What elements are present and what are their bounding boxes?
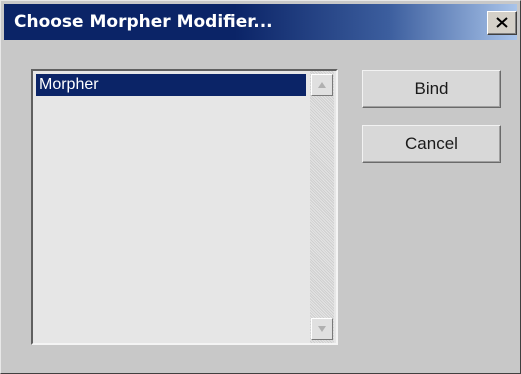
close-icon (496, 17, 508, 28)
vertical-scrollbar[interactable] (310, 71, 334, 343)
scroll-up-button[interactable] (311, 74, 333, 96)
choose-morpher-dialog: Choose Morpher Modifier... Morpher Bind (0, 0, 521, 374)
triangle-down-icon (318, 326, 326, 332)
dialog-title: Choose Morpher Modifier... (14, 12, 273, 32)
close-button[interactable] (487, 11, 517, 35)
cancel-button[interactable]: Cancel (362, 125, 501, 163)
title-bar[interactable]: Choose Morpher Modifier... (4, 4, 517, 40)
bind-button[interactable]: Bind (362, 70, 501, 108)
list-item-morpher[interactable]: Morpher (36, 74, 306, 96)
triangle-up-icon (318, 82, 326, 88)
scroll-down-button[interactable] (311, 318, 333, 340)
modifier-list[interactable]: Morpher (31, 69, 338, 345)
list-item-label: Morpher (39, 76, 99, 93)
